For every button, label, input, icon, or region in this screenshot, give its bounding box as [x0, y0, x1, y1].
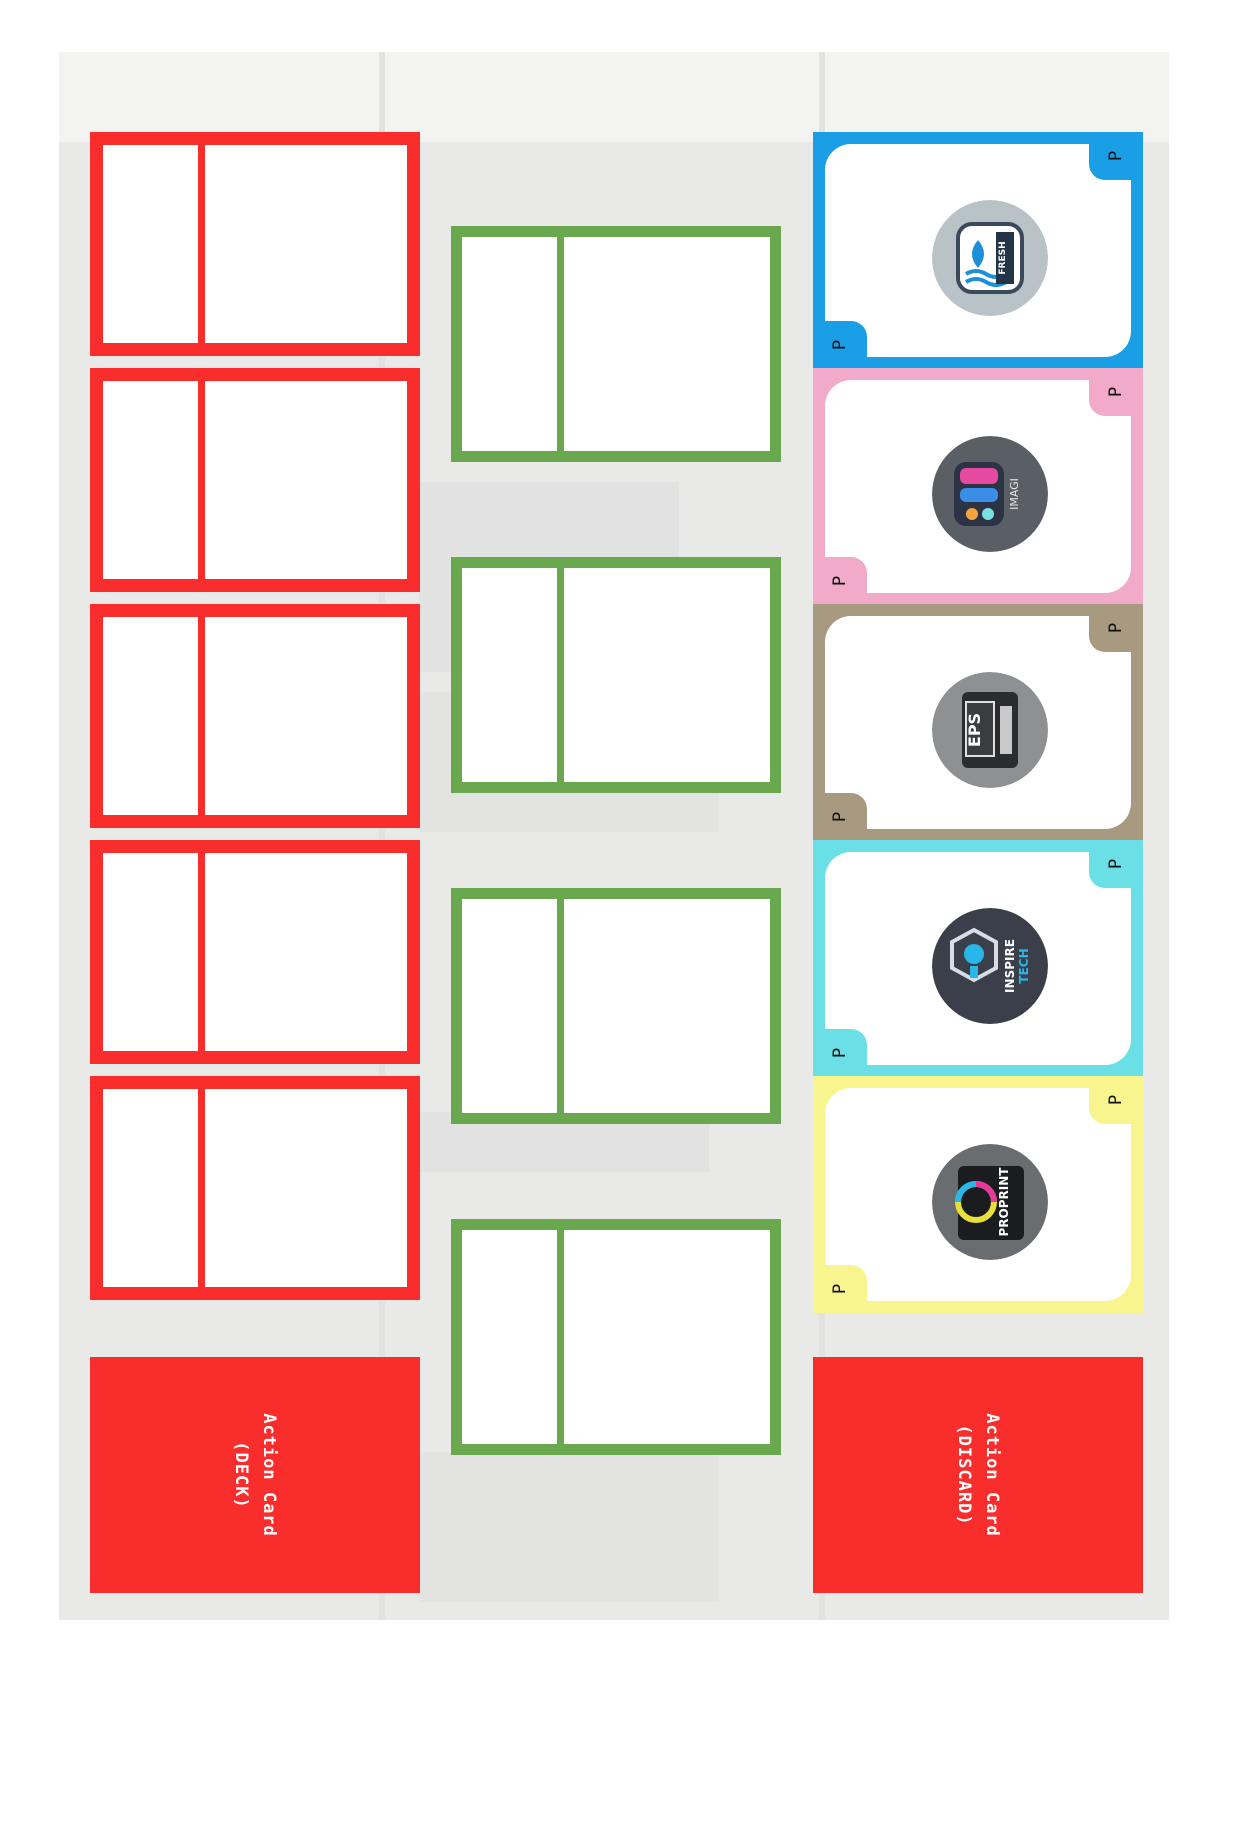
player-tab-bottom: P — [813, 793, 867, 841]
green-card-slot-3[interactable] — [451, 888, 781, 1124]
game-board: Action Card (DECK) Action Card (DISCARD)… — [59, 52, 1169, 1620]
red-card-slot-3[interactable] — [90, 604, 420, 828]
deck-label-line1: Action Card — [259, 1413, 279, 1537]
deck-label-line2: (DECK) — [231, 1441, 251, 1509]
red-card-slot-2[interactable] — [90, 368, 420, 592]
player-card-face: PROPRINT — [825, 1088, 1131, 1301]
imagi-studio-logo-icon: IMAGI — [932, 436, 1048, 552]
player-card-eps[interactable]: EPS P P — [813, 604, 1143, 841]
tab-label: P — [1105, 858, 1126, 870]
svg-text:EPS: EPS — [965, 713, 984, 747]
slot-divider — [198, 1089, 205, 1287]
player-tab-top: P — [1089, 604, 1143, 652]
background-ceiling — [59, 52, 1169, 142]
eps-logo-icon: EPS — [932, 672, 1048, 788]
player-card-face: EPS — [825, 616, 1131, 829]
player-card-proprint[interactable]: PROPRINT P P — [813, 1076, 1143, 1313]
discard-label-line1: Action Card — [982, 1413, 1002, 1537]
inspiretech-logo-icon: INSPIRE TECH — [932, 908, 1048, 1024]
fresh-spring-logo-icon: FRESH — [932, 200, 1048, 316]
player-tab-top: P — [1089, 1076, 1143, 1124]
player-card-fresh-spring[interactable]: FRESH P P — [813, 132, 1143, 369]
player-card-face: INSPIRE TECH — [825, 852, 1131, 1065]
player-card-inspiretech[interactable]: INSPIRE TECH P P — [813, 840, 1143, 1077]
background-lobby — [419, 1452, 719, 1602]
player-card-face: FRESH — [825, 144, 1131, 357]
slot-divider — [198, 381, 205, 579]
tab-label: P — [829, 1283, 850, 1295]
svg-text:FRESH: FRESH — [998, 241, 1008, 274]
player-card-face: IMAGI — [825, 380, 1131, 593]
player-tab-bottom: P — [813, 1029, 867, 1077]
slot-divider — [557, 899, 564, 1113]
green-card-slot-4[interactable] — [451, 1219, 781, 1455]
tab-label: P — [829, 339, 850, 351]
discard-label-line2: (DISCARD) — [954, 1424, 974, 1526]
player-tab-bottom: P — [813, 557, 867, 605]
player-tab-top: P — [1089, 132, 1143, 180]
svg-text:INSPIRE: INSPIRE — [1003, 939, 1017, 993]
tab-label: P — [829, 575, 850, 587]
green-card-slot-2[interactable] — [451, 557, 781, 793]
tab-label: P — [829, 1047, 850, 1059]
player-tab-bottom: P — [813, 1265, 867, 1313]
tab-label: P — [1105, 386, 1126, 398]
slot-divider — [198, 145, 205, 343]
slot-divider — [557, 568, 564, 782]
player-tab-top: P — [1089, 840, 1143, 888]
action-card-deck-label: Action Card (DECK) — [227, 1413, 283, 1537]
svg-text:IMAGI: IMAGI — [1008, 478, 1021, 510]
tab-label: P — [1105, 150, 1126, 162]
red-card-slot-5[interactable] — [90, 1076, 420, 1300]
svg-text:TECH: TECH — [1017, 948, 1031, 983]
green-card-slot-1[interactable] — [451, 226, 781, 462]
action-card-deck[interactable]: Action Card (DECK) — [90, 1357, 420, 1593]
action-card-discard[interactable]: Action Card (DISCARD) — [813, 1357, 1143, 1593]
slot-divider — [557, 1230, 564, 1444]
tab-label: P — [1105, 1094, 1126, 1106]
tab-label: P — [829, 811, 850, 823]
player-tab-bottom: P — [813, 321, 867, 369]
player-card-imagi-studio[interactable]: IMAGI P P — [813, 368, 1143, 605]
tab-label: P — [1105, 622, 1126, 634]
slot-divider — [198, 617, 205, 815]
player-tab-top: P — [1089, 368, 1143, 416]
slot-divider — [198, 853, 205, 1051]
action-card-discard-label: Action Card (DISCARD) — [950, 1413, 1006, 1537]
red-card-slot-4[interactable] — [90, 840, 420, 1064]
slot-divider — [557, 237, 564, 451]
red-card-slot-1[interactable] — [90, 132, 420, 356]
svg-text:PROPRINT: PROPRINT — [997, 1167, 1011, 1237]
proprint-logo-icon: PROPRINT — [932, 1144, 1048, 1260]
